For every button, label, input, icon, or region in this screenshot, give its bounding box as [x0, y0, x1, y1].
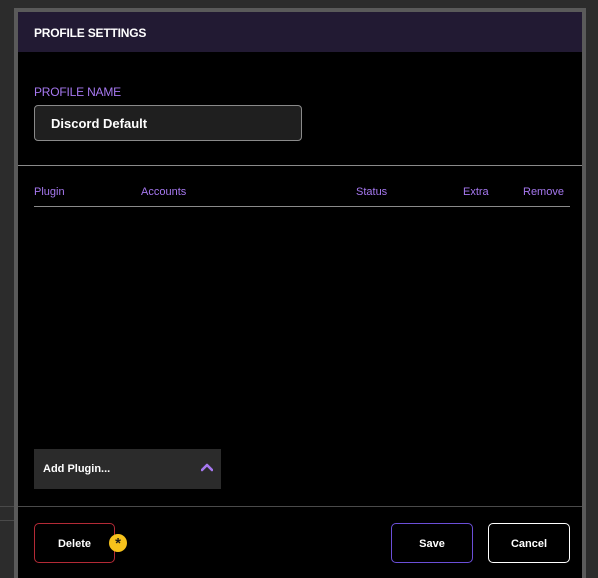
table-header-divider: [34, 206, 570, 207]
add-plugin-dropdown[interactable]: Add Plugin...: [34, 449, 221, 489]
column-header-extra: Extra: [463, 186, 489, 198]
footer-divider: [18, 506, 582, 507]
cancel-button[interactable]: Cancel: [488, 523, 570, 563]
dialog-header: PROFILE SETTINGS: [18, 12, 582, 52]
chevron-up-icon: [201, 463, 213, 472]
backdrop-divider: [0, 506, 14, 507]
column-header-remove: Remove: [523, 186, 564, 198]
delete-button[interactable]: Delete: [34, 523, 115, 563]
dialog-title: PROFILE SETTINGS: [34, 26, 147, 40]
profile-settings-dialog: PROFILE SETTINGS PROFILE NAME Plugin Acc…: [14, 8, 586, 578]
column-header-plugin: Plugin: [34, 186, 65, 198]
column-header-accounts: Accounts: [141, 186, 187, 198]
profile-name-label: PROFILE NAME: [34, 85, 121, 99]
add-plugin-label: Add Plugin...: [43, 463, 111, 475]
backdrop-divider: [0, 520, 14, 521]
save-button[interactable]: Save: [391, 523, 473, 563]
profile-name-input[interactable]: [34, 105, 302, 141]
section-divider: [18, 165, 582, 166]
column-header-status: Status: [356, 186, 388, 198]
asterisk-marker-icon: *: [109, 534, 127, 552]
